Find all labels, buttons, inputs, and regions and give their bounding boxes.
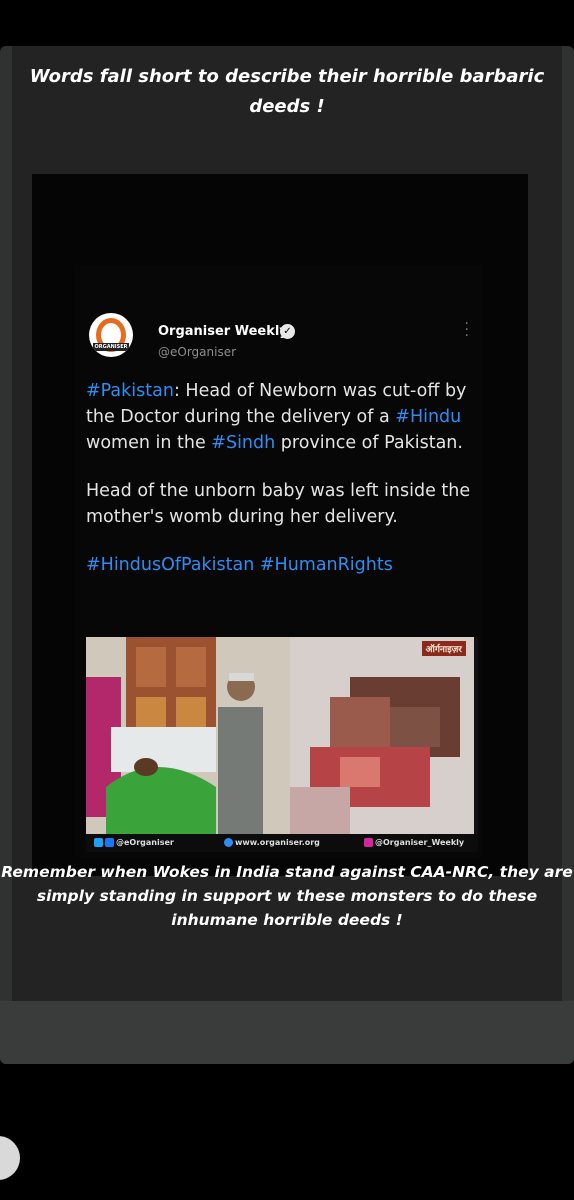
- instagram-handle-label: @Organiser_Weekly: [375, 838, 465, 847]
- hashtag-pakistan[interactable]: #Pakistan: [86, 381, 174, 401]
- globe-icon: [224, 838, 233, 847]
- tweet-text-segment: province of Pakistan.: [275, 433, 463, 453]
- avatar-logo-label: ORGANISER: [93, 343, 129, 351]
- author-name[interactable]: Organiser Weekly: [158, 324, 288, 339]
- author-handle[interactable]: @eOrganiser: [158, 345, 236, 359]
- instagram-icon: [364, 838, 373, 847]
- story-caption-top: Words fall short to describe their horri…: [29, 66, 545, 117]
- web-credit: www.organiser.org: [224, 834, 320, 852]
- hashtag-hindu[interactable]: #Hindu: [395, 407, 461, 427]
- blurred-photo: ऑर्गनाइज़र: [290, 637, 474, 834]
- story-footer-bar: [0, 1001, 574, 1064]
- verified-badge-icon: ✓: [280, 324, 295, 339]
- media-credit-strip: @eOrganiser www.organiser.org @Organiser…: [86, 834, 478, 852]
- publisher-brand-label: ऑर्गनाइज़र: [421, 641, 466, 656]
- tweet-media[interactable]: ऑर्गनाइज़र @eOrganiser www.organiser.org…: [86, 637, 478, 852]
- facebook-icon: [105, 838, 114, 847]
- story-caption-bottom: Remember when Wokes in India stand again…: [1, 863, 573, 929]
- tweet-hashtags[interactable]: #HindusOfPakistan #HumanRights: [86, 552, 476, 578]
- hashtag-sindh[interactable]: #Sindh: [211, 433, 275, 453]
- twitter-handle-label: @eOrganiser: [116, 838, 174, 847]
- website-label: www.organiser.org: [235, 838, 320, 847]
- tweet-paragraph-1: #Pakistan: Head of Newborn was cut-off b…: [86, 378, 476, 456]
- twitter-credit: @eOrganiser: [94, 834, 174, 852]
- insta-credit: @Organiser_Weekly: [364, 834, 464, 852]
- hospital-photo: [86, 637, 290, 834]
- tweet-body: #Pakistan: Head of Newborn was cut-off b…: [86, 378, 476, 600]
- author-avatar[interactable]: ORGANISER: [89, 313, 133, 357]
- twitter-icon: [94, 838, 103, 847]
- tweet-paragraph-2: Head of the unborn baby was left inside …: [86, 481, 476, 527]
- more-options-icon[interactable]: · · ·: [465, 317, 469, 343]
- side-circle-button[interactable]: [0, 1136, 20, 1180]
